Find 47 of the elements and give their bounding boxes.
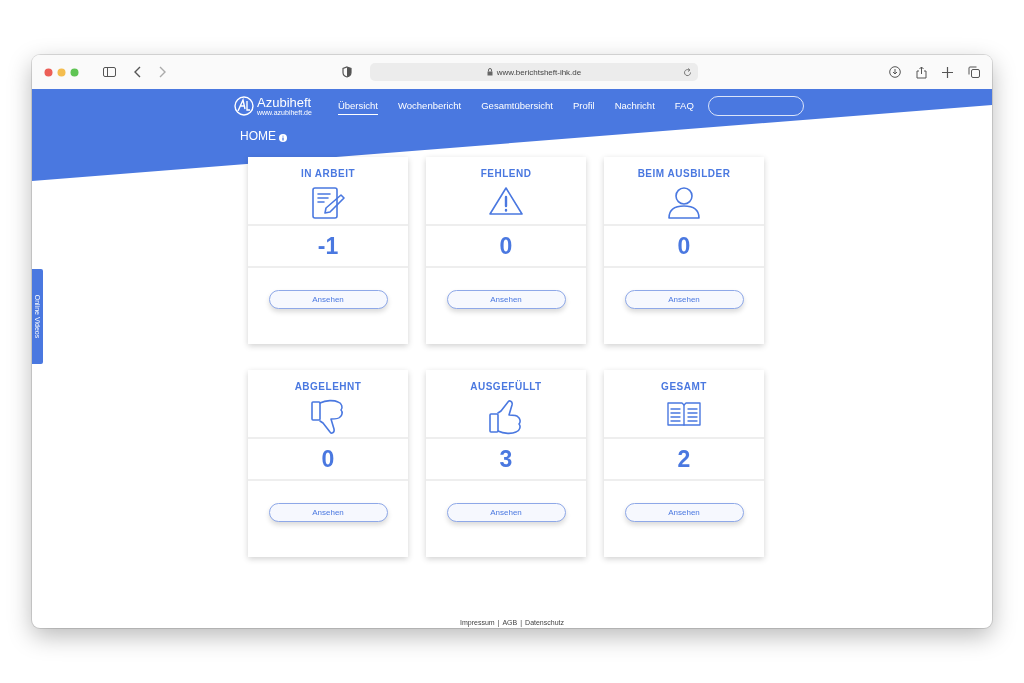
nav-link[interactable]: Wochenbericht (398, 97, 462, 115)
address-bar[interactable]: www.berichtsheft-ihk.de (370, 63, 698, 81)
nav-link[interactable]: Profil (573, 97, 595, 115)
page-title: HOME (240, 129, 276, 143)
thumbs-up-icon (489, 399, 523, 435)
card-title: FEHLEND (480, 168, 532, 179)
card-title: GESAMT (661, 381, 707, 392)
logo-title: Azubiheft (257, 96, 312, 109)
card-count: 3 (426, 439, 586, 481)
back-icon[interactable] (134, 66, 142, 78)
lock-icon (486, 68, 493, 76)
reload-icon[interactable] (683, 67, 692, 77)
share-icon[interactable] (916, 65, 927, 79)
shield-icon[interactable] (342, 66, 352, 78)
card-count: 0 (426, 226, 586, 268)
view-button[interactable]: Ansehen (268, 503, 388, 522)
window-controls-icon (44, 67, 79, 77)
view-button[interactable]: Ansehen (446, 503, 566, 522)
logo-icon (234, 96, 254, 116)
document-pencil-icon (311, 186, 345, 220)
card-count: -1 (248, 226, 408, 268)
warning-icon (488, 186, 524, 216)
card-title: ABGELEHNT (294, 381, 362, 392)
card-count: 2 (604, 439, 764, 481)
sidebar-icon[interactable] (103, 67, 116, 77)
open-book-icon (666, 399, 702, 427)
download-icon[interactable] (889, 66, 901, 78)
card-title: BEIM AUSBILDER (637, 168, 731, 179)
thumbs-down-icon (311, 399, 345, 435)
url-text: www.berichtsheft-ihk.de (496, 67, 582, 77)
view-button[interactable]: Ansehen (624, 290, 744, 309)
nav-link[interactable]: FAQ (674, 97, 694, 115)
info-icon[interactable] (279, 134, 287, 142)
nav-link[interactable]: Gesamtübersicht (481, 97, 553, 115)
view-button[interactable]: Ansehen (268, 290, 388, 309)
tabs-icon[interactable] (968, 66, 980, 78)
person-icon (667, 186, 701, 220)
nav-link[interactable]: Nachricht (614, 97, 655, 115)
search-field[interactable] (707, 96, 804, 116)
card-title: IN ARBEIT (300, 168, 356, 179)
plus-icon[interactable] (942, 66, 953, 78)
view-button[interactable]: Ansehen (624, 503, 744, 522)
view-button[interactable]: Ansehen (446, 290, 566, 309)
nav-link[interactable]: Übersicht (337, 97, 378, 115)
card-title: AUSGEFÜLLT (470, 381, 542, 392)
card-count: 0 (604, 226, 764, 268)
card-count: 0 (248, 439, 408, 481)
